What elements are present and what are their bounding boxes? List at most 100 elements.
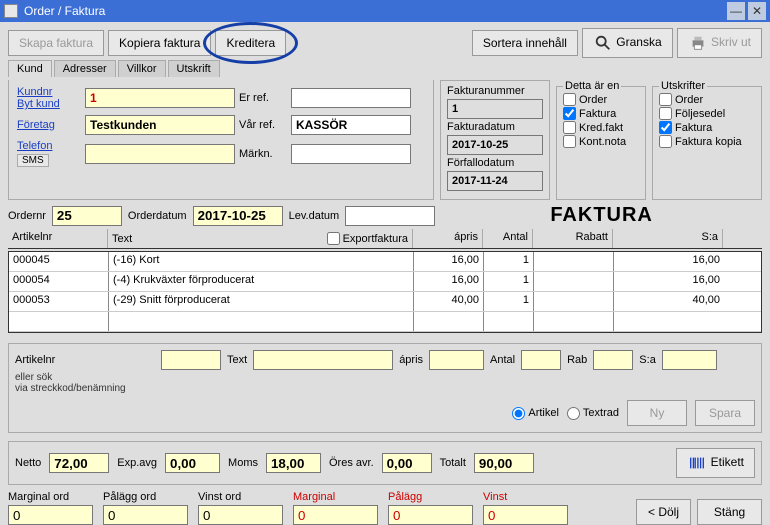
markn-input[interactable] bbox=[291, 144, 411, 164]
spara-button[interactable]: Spara bbox=[695, 400, 755, 426]
levdatum-input[interactable] bbox=[345, 206, 435, 226]
telefon-input[interactable] bbox=[85, 144, 235, 164]
barcode-icon bbox=[687, 454, 707, 472]
entry-ant-input[interactable] bbox=[521, 350, 561, 370]
ut-order-check[interactable] bbox=[659, 93, 672, 106]
ut-foljesedel-label: Följesedel bbox=[675, 108, 725, 120]
totalt-value[interactable] bbox=[474, 453, 534, 473]
expavg-value[interactable] bbox=[165, 453, 220, 473]
close-button[interactable]: ✕ bbox=[748, 2, 766, 20]
detta-order-check[interactable] bbox=[563, 93, 576, 106]
ut-fakturakopia-label: Faktura kopia bbox=[675, 136, 742, 148]
artikel-radio[interactable] bbox=[512, 407, 525, 420]
vinst-ord-label: Vinst ord bbox=[198, 491, 283, 503]
textrad-radio[interactable] bbox=[567, 407, 580, 420]
ut-fakturakopia-check[interactable] bbox=[659, 135, 672, 148]
skrivut-button[interactable]: Skriv ut bbox=[677, 28, 762, 58]
etikett-button[interactable]: Etikett bbox=[676, 448, 755, 478]
bytkund-link[interactable]: Byt kund bbox=[17, 98, 60, 110]
detta-kontnota-check[interactable] bbox=[563, 135, 576, 148]
dolj-button[interactable]: < Dölj bbox=[636, 499, 691, 525]
exportfaktura-check[interactable] bbox=[327, 232, 340, 245]
foretag-link[interactable]: Företag bbox=[17, 119, 55, 131]
fakturadatum-value: 2017-10-25 bbox=[447, 135, 543, 155]
detta-faktura-check[interactable] bbox=[563, 107, 576, 120]
ut-order-label: Order bbox=[675, 94, 703, 106]
palagg-value[interactable] bbox=[388, 505, 473, 525]
skrivut-label: Skriv ut bbox=[711, 35, 751, 49]
palagg-ord-value[interactable] bbox=[103, 505, 188, 525]
marginal-ord-label: Marginal ord bbox=[8, 491, 93, 503]
ut-faktura-label: Faktura bbox=[675, 122, 712, 134]
vinst-ord-value[interactable] bbox=[198, 505, 283, 525]
ny-button[interactable]: Ny bbox=[627, 400, 687, 426]
etikett-label: Etikett bbox=[711, 455, 744, 469]
kundnr-input[interactable] bbox=[85, 88, 235, 108]
col-sa: S:a bbox=[613, 229, 723, 248]
document-type-title: FAKTURA bbox=[441, 204, 762, 227]
telefon-link[interactable]: Telefon bbox=[17, 140, 52, 152]
kreditera-button[interactable]: Kreditera bbox=[215, 30, 286, 56]
entry-sa-label: S:a bbox=[639, 354, 656, 366]
entry-text-input[interactable] bbox=[253, 350, 393, 370]
ordernr-label: Ordernr bbox=[8, 210, 46, 222]
textrad-radio-label: Textrad bbox=[583, 407, 619, 419]
stang-button[interactable]: Stäng bbox=[697, 499, 762, 525]
col-rabatt: Rabatt bbox=[533, 229, 613, 248]
levdatum-label: Lev.datum bbox=[289, 210, 340, 222]
window-title: Order / Faktura bbox=[24, 4, 724, 18]
detta-kredfakt-check[interactable] bbox=[563, 121, 576, 134]
entry-sub1: eller sök bbox=[15, 372, 52, 383]
table-row[interactable]: 000054(-4) Krukväxter förproducerat16,00… bbox=[9, 272, 761, 292]
skapa-faktura-button[interactable]: Skapa faktura bbox=[8, 30, 104, 56]
ut-foljesedel-check[interactable] bbox=[659, 107, 672, 120]
tab-villkor[interactable]: Villkor bbox=[118, 60, 166, 77]
entry-rab-label: Rab bbox=[567, 354, 587, 366]
sms-button[interactable]: SMS bbox=[17, 154, 49, 167]
ut-faktura-check[interactable] bbox=[659, 121, 672, 134]
kopiera-faktura-button[interactable]: Kopiera faktura bbox=[108, 30, 211, 56]
orderdatum-label: Orderdatum bbox=[128, 210, 187, 222]
table-row[interactable]: 000053(-29) Snitt förproducerat40,00140,… bbox=[9, 292, 761, 312]
tab-kund[interactable]: Kund bbox=[8, 60, 52, 77]
ores-label: Öres avr. bbox=[329, 457, 374, 469]
line-items-grid[interactable]: 000045(-16) Kort16,00116,00000054(-4) Kr… bbox=[8, 251, 762, 333]
entry-art-input[interactable] bbox=[161, 350, 221, 370]
table-row[interactable]: 000045(-16) Kort16,00116,00 bbox=[9, 252, 761, 272]
utskrifter-legend: Utskrifter bbox=[659, 80, 707, 92]
printer-icon bbox=[688, 34, 708, 52]
forfall-value: 2017-11-24 bbox=[447, 171, 543, 191]
sortera-button[interactable]: Sortera innehåll bbox=[472, 30, 578, 56]
netto-label: Netto bbox=[15, 457, 41, 469]
col-antal: Antal bbox=[483, 229, 533, 248]
erref-input[interactable] bbox=[291, 88, 411, 108]
minimize-button[interactable]: — bbox=[727, 2, 745, 20]
table-row-empty bbox=[9, 312, 761, 332]
ores-value[interactable] bbox=[382, 453, 432, 473]
granska-button[interactable]: Granska bbox=[582, 28, 673, 58]
varref-input[interactable] bbox=[291, 115, 411, 135]
foretag-input[interactable] bbox=[85, 115, 235, 135]
orderdatum-input[interactable] bbox=[193, 206, 283, 226]
ordernr-input[interactable] bbox=[52, 206, 122, 226]
entry-sa-input[interactable] bbox=[662, 350, 717, 370]
entry-rab-input[interactable] bbox=[593, 350, 633, 370]
marginal-ord-value[interactable] bbox=[8, 505, 93, 525]
marginal-value[interactable] bbox=[293, 505, 378, 525]
tab-adresser[interactable]: Adresser bbox=[54, 60, 116, 77]
tab-utskrift[interactable]: Utskrift bbox=[168, 60, 220, 77]
kreditera-highlight: Kreditera bbox=[215, 30, 286, 56]
vinst-value[interactable] bbox=[483, 505, 568, 525]
detta-order-label: Order bbox=[579, 94, 607, 106]
netto-value[interactable] bbox=[49, 453, 109, 473]
app-icon bbox=[4, 4, 18, 18]
entry-pris-label: ápris bbox=[399, 354, 423, 366]
toolbar: Skapa faktura Kopiera faktura Kreditera … bbox=[8, 28, 762, 58]
col-apris: ápris bbox=[413, 229, 483, 248]
fakturanr-value: 1 bbox=[447, 99, 543, 119]
fakturanr-label: Fakturanummer bbox=[447, 85, 543, 97]
kundnr-link[interactable]: Kundnr bbox=[17, 86, 52, 98]
moms-value[interactable] bbox=[266, 453, 321, 473]
entry-pris-input[interactable] bbox=[429, 350, 484, 370]
col-artikelnr: Artikelnr bbox=[8, 229, 108, 248]
